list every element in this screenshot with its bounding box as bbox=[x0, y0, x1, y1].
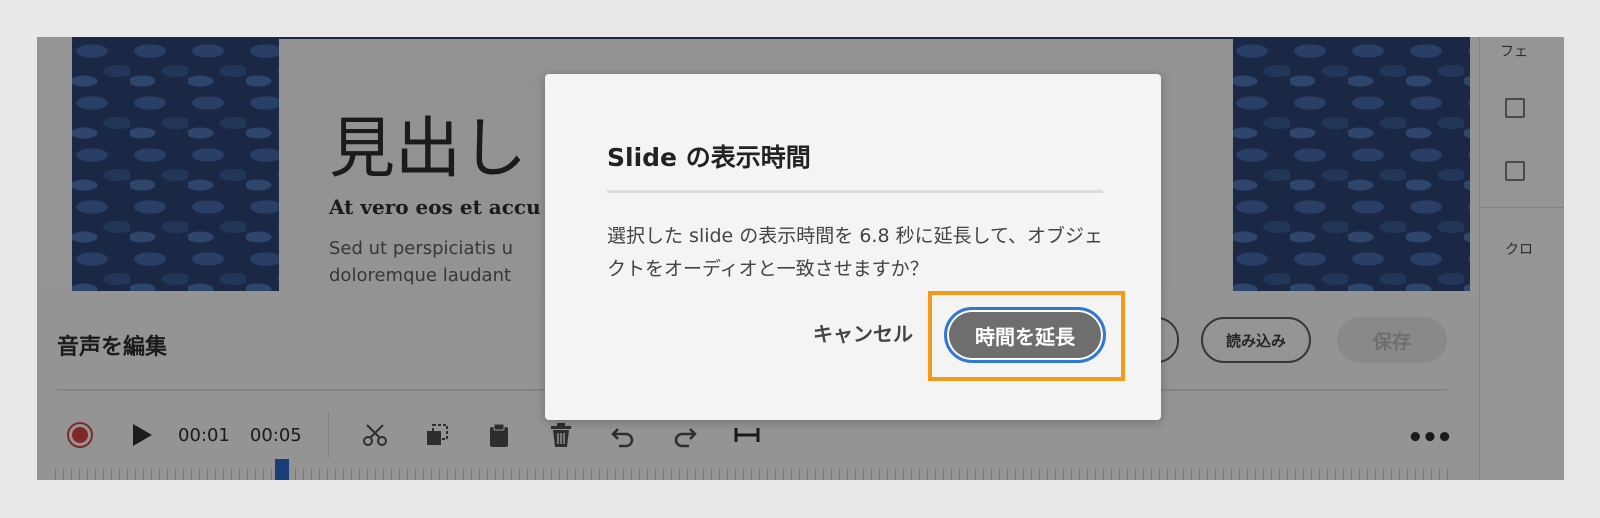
dialog-title: Slide の表示時間 bbox=[607, 143, 811, 172]
dialog-message: 選択した slide の表示時間を 6.8 秒に延長して、オブジェクトをオーディ… bbox=[607, 225, 1104, 280]
cancel-button[interactable]: キャンセル bbox=[813, 318, 913, 347]
dialog-divider bbox=[607, 190, 1103, 193]
extend-duration-dialog: Slide の表示時間 選択した slide の表示時間を 6.8 秒に延長して… bbox=[545, 74, 1161, 420]
extend-time-button[interactable]: 時間を延長 bbox=[944, 307, 1106, 363]
